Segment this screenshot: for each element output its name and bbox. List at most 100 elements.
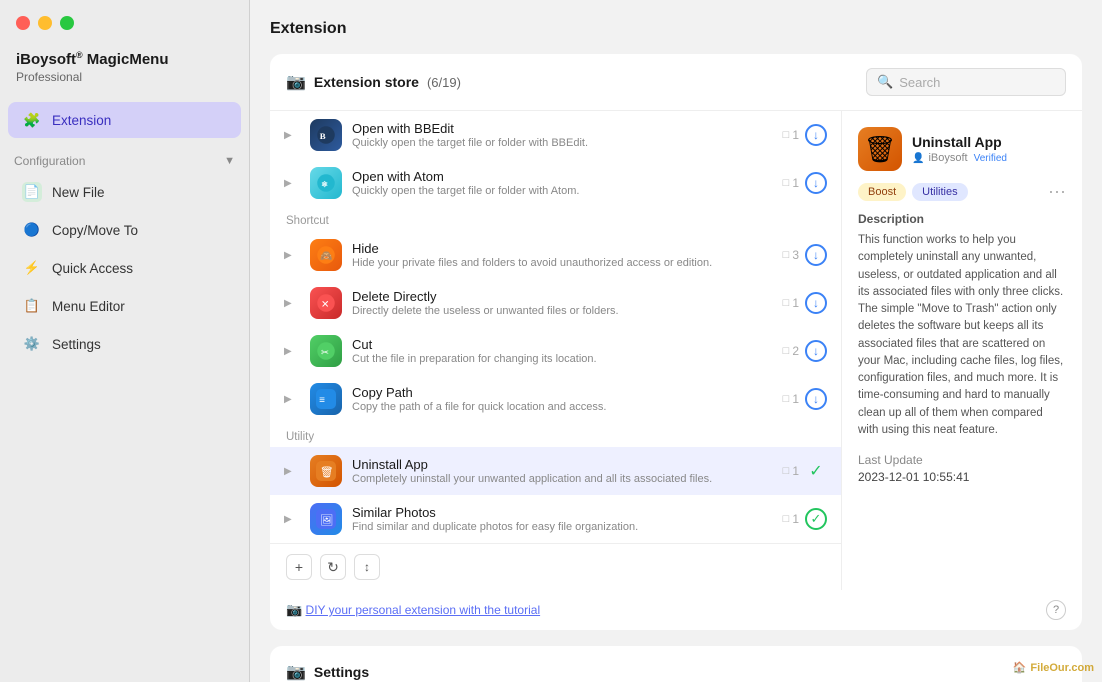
ext-desc: Directly delete the useless or unwanted … [352, 305, 773, 317]
store-body: ▶ B Open with BBEdit Quickly open the ta… [270, 111, 1082, 590]
boost-tag: Boost [858, 183, 906, 201]
detail-description: This function works to help you complete… [858, 232, 1066, 439]
bbedit-info: Open with BBEdit Quickly open the target… [352, 121, 773, 149]
ext-count: □ 1 [783, 512, 799, 526]
ext-count: □ 3 [783, 248, 799, 262]
quick-access-icon: ⚡ [22, 258, 42, 278]
ext-meta: □ 2 ↓ [783, 340, 827, 362]
ext-count: □ 2 [783, 344, 799, 358]
sidebar-item-extension[interactable]: 🧩 Extension [8, 102, 241, 138]
list-item[interactable]: ▶ ✕ Delete Directly Directly delete the … [270, 279, 841, 327]
sidebar-item-settings[interactable]: ⚙️ Settings [8, 326, 241, 362]
download-button[interactable]: ↓ [805, 172, 827, 194]
ext-name: Similar Photos [352, 505, 773, 520]
list-item[interactable]: ▶ 🙈 Hide Hide your private files and fol… [270, 231, 841, 279]
search-input[interactable] [899, 75, 1055, 90]
app-name: iBoysoft® MagicMenu [16, 50, 233, 68]
settings-camera-icon: 📷 [286, 662, 306, 682]
detail-app-icon: 🗑 [858, 127, 902, 171]
ext-count: □ 1 [783, 464, 799, 478]
similar-photos-icon: 🖼 [310, 503, 342, 535]
list-item[interactable]: ▶ ✂ Cut Cut the file in preparation for … [270, 327, 841, 375]
sidebar-item-settings-label: Settings [52, 337, 101, 352]
settings-title-row: 📷 Settings [286, 662, 1066, 682]
shortcut-section-label: Shortcut [270, 207, 841, 231]
svg-text:🗑: 🗑 [320, 465, 333, 478]
config-label: Configuration [14, 154, 85, 168]
settings-section: 📷 Settings Enable auto-updates for exten… [270, 646, 1082, 682]
ext-meta: □ 1 ↓ [783, 124, 827, 146]
atom-icon: ⚛ [310, 167, 342, 199]
chevron-down-icon: ▼ [224, 155, 235, 167]
diy-tutorial-link[interactable]: DIY your personal extension with the tut… [306, 603, 541, 617]
sidebar-item-extension-label: Extension [52, 113, 111, 128]
list-item[interactable]: ▶ 🗑 Uninstall App Completely uninstall y… [270, 447, 841, 495]
atom-info: Open with Atom Quickly open the target f… [352, 169, 773, 197]
store-title-row: 📷 Extension store (6/19) [286, 72, 461, 92]
sidebar-nav: 🧩 Extension Configuration ▼ 📄 New File 🔵… [0, 100, 249, 364]
more-options-button[interactable]: ··· [1048, 181, 1066, 202]
close-button[interactable] [16, 16, 30, 30]
expand-icon: ▶ [284, 298, 300, 309]
ext-meta: □ 3 ↓ [783, 244, 827, 266]
detail-author: 👤 iBoysoft Verified [912, 152, 1007, 164]
watermark: 🏠 FileOur.com [1013, 661, 1094, 674]
expand-icon: ▶ [284, 394, 300, 405]
copy-icon: □ [783, 129, 790, 141]
maximize-button[interactable] [60, 16, 74, 30]
delete-info: Delete Directly Directly delete the usel… [352, 289, 773, 317]
utility-section-label: Utility [270, 423, 841, 447]
ext-count: □ 1 [783, 176, 799, 190]
download-button[interactable]: ↓ [805, 340, 827, 362]
settings-icon: ⚙️ [22, 334, 42, 354]
help-button[interactable]: ? [1046, 600, 1066, 620]
sort-button[interactable]: ↕ [354, 554, 380, 580]
app-title-block: iBoysoft® MagicMenu Professional [0, 40, 249, 88]
search-icon: 🔍 [877, 74, 893, 90]
ext-desc: Hide your private files and folders to a… [352, 257, 773, 269]
sidebar-item-menu-editor[interactable]: 📋 Menu Editor [8, 288, 241, 324]
sidebar-item-new-file[interactable]: 📄 New File [8, 174, 241, 210]
expand-icon: ▶ [284, 250, 300, 261]
minimize-button[interactable] [38, 16, 52, 30]
sidebar-item-copy-move-label: Copy/Move To [52, 223, 138, 238]
watermark-icon: 🏠 [1013, 661, 1027, 674]
store-footer: + ↻ ↕ [270, 543, 841, 590]
ext-name: Uninstall App [352, 457, 773, 472]
ext-count: □ 1 [783, 392, 799, 406]
uninstall-icon: 🗑 [310, 455, 342, 487]
copy-icon: □ [783, 345, 790, 357]
refresh-button[interactable]: ↻ [320, 554, 346, 580]
ext-name: Open with Atom [352, 169, 773, 184]
detail-tags: Boost Utilities ··· [858, 181, 1066, 202]
download-button[interactable]: ↓ [805, 388, 827, 410]
last-update-label: Last Update [858, 453, 1066, 467]
copy-path-info: Copy Path Copy the path of a file for qu… [352, 385, 773, 413]
sidebar-item-copy-move[interactable]: 🔵 Copy/Move To [8, 212, 241, 248]
detail-app-name-block: Uninstall App 👤 iBoysoft Verified [912, 134, 1007, 164]
svg-text:⚛: ⚛ [321, 180, 328, 189]
ext-name: Cut [352, 337, 773, 352]
store-count: (6/19) [427, 75, 461, 90]
cut-info: Cut Cut the file in preparation for chan… [352, 337, 773, 365]
sidebar-item-menu-editor-label: Menu Editor [52, 299, 125, 314]
list-item[interactable]: ▶ ⚛ Open with Atom Quickly open the targ… [270, 159, 841, 207]
search-box[interactable]: 🔍 [866, 68, 1066, 96]
store-header: 📷 Extension store (6/19) 🔍 [270, 54, 1082, 111]
ext-meta: □ 1 ↓ [783, 388, 827, 410]
page-title: Extension [270, 20, 1082, 38]
diy-link-row: 📷 DIY your personal extension with the t… [270, 590, 1082, 630]
list-item[interactable]: ▶ B Open with BBEdit Quickly open the ta… [270, 111, 841, 159]
ext-meta: □ 1 ↓ [783, 172, 827, 194]
list-item[interactable]: ▶ ≡ Copy Path Copy the path of a file fo… [270, 375, 841, 423]
svg-text:B: B [320, 131, 326, 141]
download-button[interactable]: ↓ [805, 124, 827, 146]
ext-desc: Copy the path of a file for quick locati… [352, 401, 773, 413]
sidebar-item-quick-access[interactable]: ⚡ Quick Access [8, 250, 241, 286]
ext-name: Delete Directly [352, 289, 773, 304]
download-button[interactable]: ↓ [805, 244, 827, 266]
settings-title: Settings [314, 664, 369, 680]
download-button[interactable]: ↓ [805, 292, 827, 314]
list-item[interactable]: ▶ 🖼 Similar Photos Find similar and dupl… [270, 495, 841, 543]
add-extension-button[interactable]: + [286, 554, 312, 580]
